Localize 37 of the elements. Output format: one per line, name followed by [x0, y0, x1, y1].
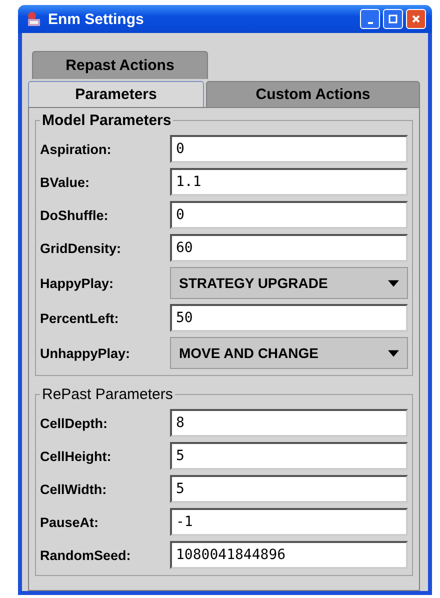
tab[interactable]: Parameters: [28, 81, 204, 107]
field-label: UnhappyPlay:: [40, 346, 132, 360]
input-field[interactable]: -1: [170, 508, 408, 536]
close-icon: [411, 14, 421, 24]
field-label: Aspiration:: [40, 142, 112, 156]
field-label: CellHeight:: [40, 448, 112, 464]
tab[interactable]: Custom Actions: [206, 81, 420, 107]
input-field[interactable]: 60: [170, 234, 408, 262]
input-field[interactable]: 50: [170, 304, 408, 332]
input-field[interactable]: 5: [170, 442, 408, 470]
app-icon: [26, 11, 42, 27]
input-field[interactable]: 0: [170, 201, 408, 229]
minimize-button[interactable]: [360, 9, 380, 29]
field-label: CellDepth:: [40, 416, 108, 430]
field-label: DoShuffle:: [40, 208, 110, 222]
minimize-icon: [368, 22, 372, 24]
window-title: Enm Settings: [48, 10, 145, 28]
maximize-icon: [388, 14, 398, 24]
field-label: GridDensity:: [40, 240, 122, 256]
input-field[interactable]: 0: [170, 135, 408, 163]
dropdown[interactable]: STRATEGY UPGRADE: [170, 267, 408, 299]
field-label: RandomSeed:: [40, 548, 132, 562]
maximize-button[interactable]: [383, 9, 403, 29]
field-label: BValue:: [40, 174, 91, 190]
input-field[interactable]: 8: [170, 409, 408, 437]
caret-icon: [388, 350, 399, 356]
field-label: PauseAt:: [40, 514, 100, 530]
input-field[interactable]: 1.1: [170, 168, 408, 196]
input-field[interactable]: 1080041844896: [170, 541, 408, 569]
field-label: PercentLeft:: [40, 310, 120, 326]
caret-icon: [388, 280, 399, 286]
input-field[interactable]: 5: [170, 475, 408, 503]
close-button[interactable]: [406, 9, 426, 29]
tab[interactable]: Repast Actions: [32, 51, 208, 79]
field-label: CellWidth:: [40, 482, 108, 496]
dropdown[interactable]: MOVE AND CHANGE: [170, 337, 408, 369]
field-label: HappyPlay:: [40, 276, 115, 290]
